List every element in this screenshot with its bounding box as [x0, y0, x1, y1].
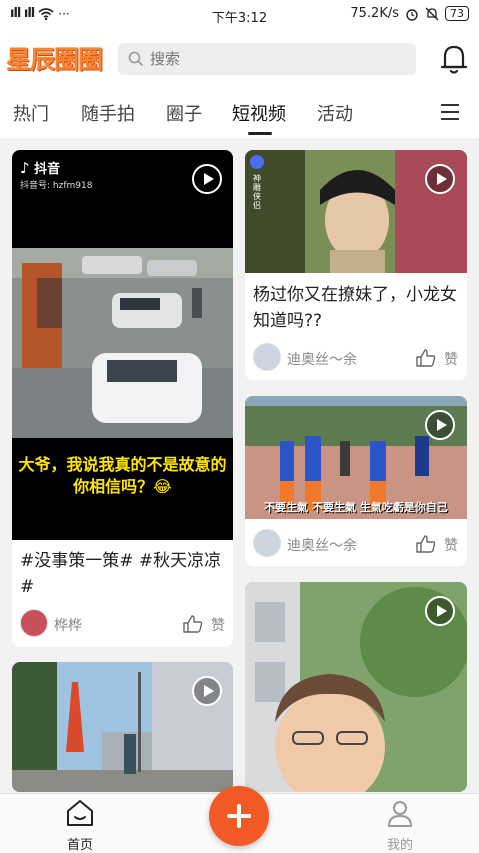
douyin-label: 抖音 — [34, 162, 61, 177]
category-tabs: 热门 随手拍 圈子 短视频 活动 — [0, 88, 479, 138]
create-post-button[interactable] — [209, 786, 269, 846]
username[interactable]: 迪奥丝～余 — [287, 535, 357, 555]
video-card-3[interactable]: 不要生氣 不要生氣 生氣吃虧是你自己 迪奥丝～余 赞 — [245, 396, 467, 566]
nav-home-label: 首页 — [66, 838, 93, 853]
alarm-icon — [406, 8, 418, 21]
avatar[interactable] — [253, 529, 281, 557]
douyin-brand: ♪ 抖音 — [20, 158, 60, 177]
thumbs-up-icon[interactable] — [416, 349, 436, 367]
drama-badge: 神雕侠侣 — [253, 174, 261, 210]
username[interactable]: 迪奥丝～余 — [287, 349, 357, 369]
douyin-id: 抖音号: hzfm918 — [20, 181, 93, 191]
video-thumbnail[interactable] — [245, 582, 467, 792]
video-card-2[interactable]: 神雕侠侣 杨过你又在撩妹了，小龙女知道吗?? 迪奥丝～余 赞 — [245, 150, 467, 380]
video-card-1[interactable]: ♪ 抖音 抖音号: hzfm918 大爷，我说我真的不是故意的 你相信吗？😂 #… — [12, 150, 233, 647]
video-thumbnail[interactable]: ♪ 抖音 抖音号: hzfm918 大爷，我说我真的不是故意的 你相信吗？😂 — [12, 150, 233, 540]
app-logo: 星辰圈圈 — [6, 45, 103, 74]
username[interactable]: 桦桦 — [54, 615, 82, 635]
video-subtitle: 不要生氣 不要生氣 生氣吃虧是你自己 — [264, 501, 448, 514]
home-icon — [67, 800, 93, 826]
play-icon[interactable] — [425, 596, 455, 626]
channel-logo-icon — [250, 155, 264, 169]
menu-icon[interactable] — [441, 104, 459, 120]
like-label[interactable]: 赞 — [444, 535, 458, 555]
battery-indicator: 73 — [445, 6, 469, 21]
tab-circle[interactable]: 圈子 — [166, 100, 202, 126]
video-title[interactable]: #没事策一策# #秋天凉凉# — [20, 548, 228, 600]
search-input[interactable] — [150, 50, 390, 68]
network-speed: 75.2K/s — [350, 6, 399, 21]
video-subtitle: 大爷，我说我真的不是故意的 你相信吗？😂 — [18, 455, 227, 496]
search-icon — [128, 51, 144, 67]
nav-me-label: 我的 — [386, 838, 413, 853]
like-label[interactable]: 赞 — [211, 615, 225, 635]
app-header: 星辰圈圈 — [0, 30, 479, 88]
thumbs-up-icon[interactable] — [416, 535, 436, 553]
nav-home[interactable]: 首页 — [60, 798, 100, 853]
video-thumbnail[interactable]: 神雕侠侣 — [245, 150, 467, 273]
play-icon[interactable] — [425, 410, 455, 440]
video-card-5[interactable] — [245, 582, 467, 792]
video-thumbnail[interactable]: 不要生氣 不要生氣 生氣吃虧是你自己 — [245, 396, 467, 519]
play-icon[interactable] — [425, 164, 455, 194]
video-thumbnail[interactable] — [12, 662, 233, 792]
street-scene-image — [12, 248, 233, 438]
avatar[interactable] — [253, 343, 281, 371]
tab-hot[interactable]: 热门 — [13, 100, 49, 126]
tab-events[interactable]: 活动 — [317, 100, 353, 126]
douyin-logo-icon: ♪ — [20, 159, 30, 177]
search-bar[interactable] — [118, 43, 416, 75]
video-card-4[interactable] — [12, 662, 233, 792]
nav-me[interactable]: 我的 — [380, 798, 420, 853]
avatar[interactable] — [20, 609, 48, 637]
like-label[interactable]: 赞 — [444, 349, 458, 369]
video-title[interactable]: 杨过你又在撩妹了，小龙女知道吗?? — [253, 282, 461, 334]
status-right: 75.2K/s 73 — [350, 6, 469, 21]
tab-snapshot[interactable]: 随手拍 — [81, 100, 135, 126]
tab-short-video[interactable]: 短视频 — [232, 100, 286, 126]
profile-icon — [388, 801, 412, 827]
play-icon[interactable] — [192, 164, 222, 194]
status-bar: ıll ıll ··· 下午3:12 75.2K/s 73 — [0, 0, 479, 30]
thumbs-up-icon[interactable] — [183, 615, 203, 633]
play-icon[interactable] — [192, 676, 222, 706]
notification-bell-icon[interactable] — [438, 42, 470, 76]
mute-bell-icon — [425, 7, 439, 20]
active-tab-indicator — [248, 132, 272, 135]
